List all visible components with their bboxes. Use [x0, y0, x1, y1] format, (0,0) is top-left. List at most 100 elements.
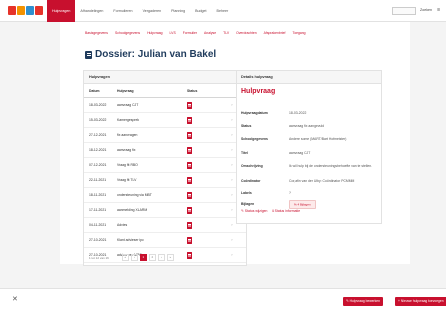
row-status [187, 131, 225, 139]
pager-info: 1 tot 12 van 16 [89, 255, 109, 260]
page-button[interactable]: 1 [139, 254, 147, 261]
page-button[interactable]: » [166, 254, 174, 261]
subnav-lvs[interactable]: LVS [170, 31, 176, 35]
row-hulpvraag: fix aanvragen [117, 133, 138, 137]
nav-item-beheer[interactable]: Beheer [212, 0, 234, 22]
nav-item-vergaderen[interactable]: Vergaderen [138, 0, 167, 22]
chevron-right-icon[interactable]: › [225, 238, 239, 242]
nav-item-hulpvragen[interactable]: Hulpvragen [47, 0, 76, 22]
detail-row-titel: Titel aanvraag CJT [241, 151, 379, 156]
detail-row-bijlagen: Bijlagen % 4 Bijlagen [241, 199, 379, 209]
app-logo[interactable] [8, 6, 43, 15]
table-row[interactable]: 18-03-2022 aanvraag CJT › [84, 98, 246, 113]
dossier-subnav: Basisgegevens Schoolgegevens Hulpvraag LVS F… [85, 31, 306, 35]
subnav-afsprakenbrief[interactable]: Afsprakenbrief [264, 31, 286, 35]
row-date: 07-12-2021 [89, 163, 107, 167]
detail-row-labels: Labels? [241, 191, 379, 196]
table-row[interactable]: 27-12-2021 fix aanvragen › [84, 128, 246, 143]
pdf-icon[interactable] [187, 161, 192, 169]
add-hulpvraag-button[interactable]: + Nieuwe hulpvraag toevoegen [395, 297, 446, 306]
col-header-hulpvraag[interactable]: Hulpvraag [117, 89, 187, 93]
pdf-icon[interactable] [187, 236, 192, 244]
top-search-button[interactable]: Zoeken [420, 8, 432, 12]
row-status [187, 161, 225, 169]
detail-label: Coördinator [241, 179, 261, 183]
detail-value: aanvraag CJT [289, 151, 311, 155]
menu-icon[interactable]: ☰ [437, 8, 440, 12]
row-date: 22-11-2021 [89, 178, 107, 182]
row-hulpvraag: Klant advieser ipc [117, 238, 144, 242]
table-row[interactable]: 04-11-2021 Advies › [84, 218, 246, 233]
subnav-analyse[interactable]: Analyse [204, 31, 216, 35]
row-status [187, 191, 225, 199]
subnav-basisgegevens[interactable]: Basisgegevens [85, 31, 108, 35]
status-info-link[interactable]: ℹ Status informatie [272, 209, 300, 213]
top-search-input[interactable] [392, 7, 416, 15]
table-row[interactable]: 18-11-2021 ondersteuning via MBT › [84, 188, 246, 203]
row-hulpvraag: Vraag fit TLV [117, 178, 137, 182]
page-title: Dossier: Julian van Bakel [85, 49, 216, 60]
pagination: 1 tot 12 van 16 «‹ 1 2 ›» [89, 254, 174, 261]
detail-value: 18-03-2022 [289, 111, 307, 115]
nav-item-afhandelingen[interactable]: Afhandelingen [75, 0, 108, 22]
pdf-icon[interactable] [187, 251, 192, 259]
row-date: 27-10-2021 [89, 238, 107, 242]
edit-hulpvraag-button[interactable]: ✎ Hulpvraag bewerken [343, 297, 383, 306]
subnav-schoolgegevens[interactable]: Schoolgegevens [115, 31, 140, 35]
subnav-formulier[interactable]: Formulier [183, 31, 197, 35]
nav-item-budget[interactable]: Budget [190, 0, 211, 22]
detail-row-schoolgegevens: Schoolgegevens Andere some (MART/Bart Hof… [241, 137, 379, 142]
table-row[interactable]: 15-03-2022 Kamergesprek › [84, 113, 246, 128]
col-header-datum[interactable]: Datum [84, 89, 117, 93]
page-button[interactable]: ‹ [130, 254, 138, 261]
logo-block [8, 6, 16, 15]
table-row[interactable]: 27-10-2021Advies AB› [84, 263, 246, 265]
subnav-toegang[interactable]: Toegang [293, 31, 306, 35]
row-status [187, 146, 225, 154]
page-button[interactable]: › [157, 254, 165, 261]
col-header-status[interactable]: Status [187, 89, 225, 93]
close-icon[interactable]: ✕ [12, 295, 18, 303]
table-row[interactable]: 27-10-2021 Klant advieser ipc › [84, 233, 246, 248]
bijlagen-button[interactable]: % 4 Bijlagen [289, 199, 316, 209]
row-status [187, 176, 225, 184]
detail-value: Andere some (MART/Bart Hofmeister) [289, 137, 347, 141]
row-date: 18-12-2021 [89, 148, 107, 152]
detail-value: aanvraag fix aangevuld [289, 124, 325, 128]
pdf-icon[interactable] [187, 221, 192, 229]
row-status [187, 101, 225, 109]
row-date: 15-03-2022 [89, 118, 107, 122]
page-button[interactable]: « [121, 254, 129, 261]
pdf-icon[interactable] [187, 206, 192, 214]
details-heading: Details hulpvraag [237, 71, 381, 84]
pdf-icon[interactable] [187, 191, 192, 199]
row-hulpvraag: aanvraag CJT [117, 103, 139, 107]
detail-row-hulpvraagdatum: Hulpvraagdatum 18-03-2022 [241, 111, 379, 116]
main-content: Basisgegevens Schoolgegevens Hulpvraag LVS F… [60, 22, 410, 266]
row-hulpvraag: ondersteuning via MBT [117, 193, 152, 197]
table-row[interactable]: 18-12-2021 aanvraag fix › [84, 143, 246, 158]
pdf-icon[interactable] [187, 116, 192, 124]
logo-block [35, 6, 43, 15]
detail-label: Status [241, 124, 252, 128]
table-row[interactable]: 07-12-2021 Vraag fit RBO › [84, 158, 246, 173]
pdf-icon[interactable] [187, 101, 192, 109]
row-date: 27-12-2021 [89, 133, 107, 137]
dossier-icon [85, 50, 92, 59]
page-button[interactable]: 2 [148, 254, 156, 261]
pdf-icon[interactable] [187, 176, 192, 184]
table-row[interactable]: 17-11-2021 aanmelding XLARM › [84, 203, 246, 218]
row-status [187, 236, 225, 244]
nav-item-formulieren[interactable]: Formulieren [108, 0, 137, 22]
nav-item-planning[interactable]: Planning [166, 0, 190, 22]
subnav-tlv[interactable]: TLV [223, 31, 229, 35]
status-edit-link[interactable]: ✎ Status wijzigen [241, 209, 267, 213]
subnav-overdrachten[interactable]: Overdrachten [236, 31, 257, 35]
subnav-hulpvraag[interactable]: Hulpvraag [147, 31, 162, 35]
pdf-icon[interactable] [187, 131, 192, 139]
chevron-right-icon[interactable]: › [225, 253, 239, 257]
table-row[interactable]: 22-11-2021 Vraag fit TLV › [84, 173, 246, 188]
table-header: Datum Hulpvraag Status [84, 84, 246, 98]
page-title-text: Dossier: Julian van Bakel [95, 49, 217, 60]
pdf-icon[interactable] [187, 146, 192, 154]
